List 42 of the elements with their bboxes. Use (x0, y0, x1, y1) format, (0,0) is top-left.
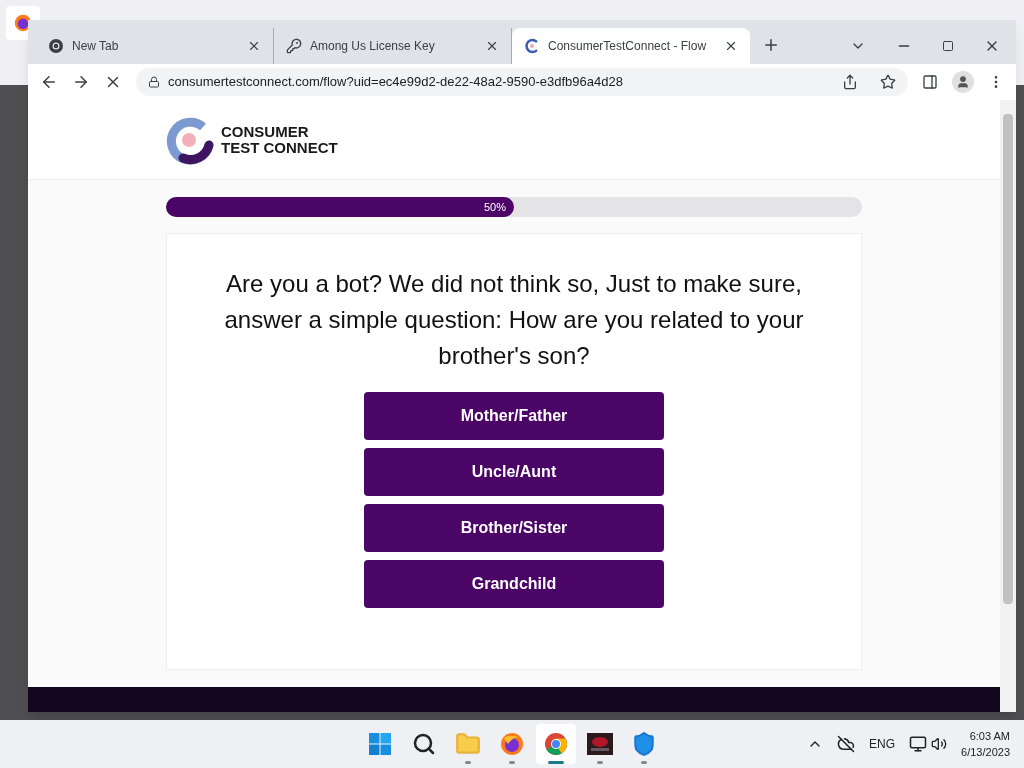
folder-icon (455, 731, 481, 757)
logo-text: CONSUMER TEST CONNECT (221, 123, 338, 156)
answer-button[interactable]: Mother/Father (364, 392, 664, 440)
lock-icon (148, 76, 160, 88)
tab-title: New Tab (72, 38, 120, 55)
scrollbar[interactable] (1000, 100, 1016, 712)
shield-icon (631, 731, 657, 757)
network-icon[interactable] (909, 735, 928, 753)
game-icon (587, 733, 613, 755)
back-icon[interactable] (40, 73, 58, 91)
close-icon[interactable] (485, 39, 499, 53)
search-icon (412, 732, 436, 756)
logo-icon (524, 38, 540, 54)
chrome-icon (544, 732, 568, 756)
clock-date[interactable]: 6/13/2023 (961, 744, 1010, 760)
close-icon[interactable] (247, 39, 261, 53)
answer-button[interactable]: Brother/Sister (364, 504, 664, 552)
clock-time[interactable]: 6:03 AM (969, 728, 1010, 744)
tab-title: Among Us License Key (310, 38, 436, 55)
maximize-icon[interactable] (942, 40, 954, 52)
star-icon[interactable] (880, 74, 896, 90)
question-text: Are you a bot? We did not think so, Just to make sure, answer a simple question: How are you related to your brother's son? (223, 269, 805, 371)
forward-icon[interactable] (72, 73, 90, 91)
share-icon[interactable] (842, 74, 858, 90)
cloud-off-icon[interactable] (837, 735, 856, 753)
url-text: consumertestconnect.com/flow?uid=ec4e99d2-de22-48a2-9590-e3dfb96a4d28 (168, 73, 624, 92)
chrome-icon (48, 38, 64, 54)
close-icon[interactable] (724, 39, 738, 53)
progress-label: 50% (483, 199, 506, 215)
profile-avatar[interactable] (952, 71, 974, 93)
language-indicator[interactable]: ENG (869, 735, 896, 753)
tab-title: ConsumerTestConnect - Flow (548, 38, 708, 55)
answer-button[interactable]: Uncle/Aunt (364, 448, 664, 496)
volume-icon[interactable] (931, 736, 948, 752)
answer-button[interactable]: Grandchild (364, 560, 664, 608)
side-panel-icon[interactable] (922, 74, 938, 90)
windows-icon (368, 732, 392, 756)
firefox-icon (500, 732, 524, 756)
key-icon (286, 38, 302, 54)
new-tab-icon[interactable] (762, 36, 780, 54)
address-bar[interactable]: consumertestconnect.com/flow?uid=ec4e99d2-de22-48a2-9590-e3dfb96a4d28 (136, 68, 908, 96)
browser-tab[interactable]: ConsumerTestConnect - Flow (512, 28, 750, 64)
